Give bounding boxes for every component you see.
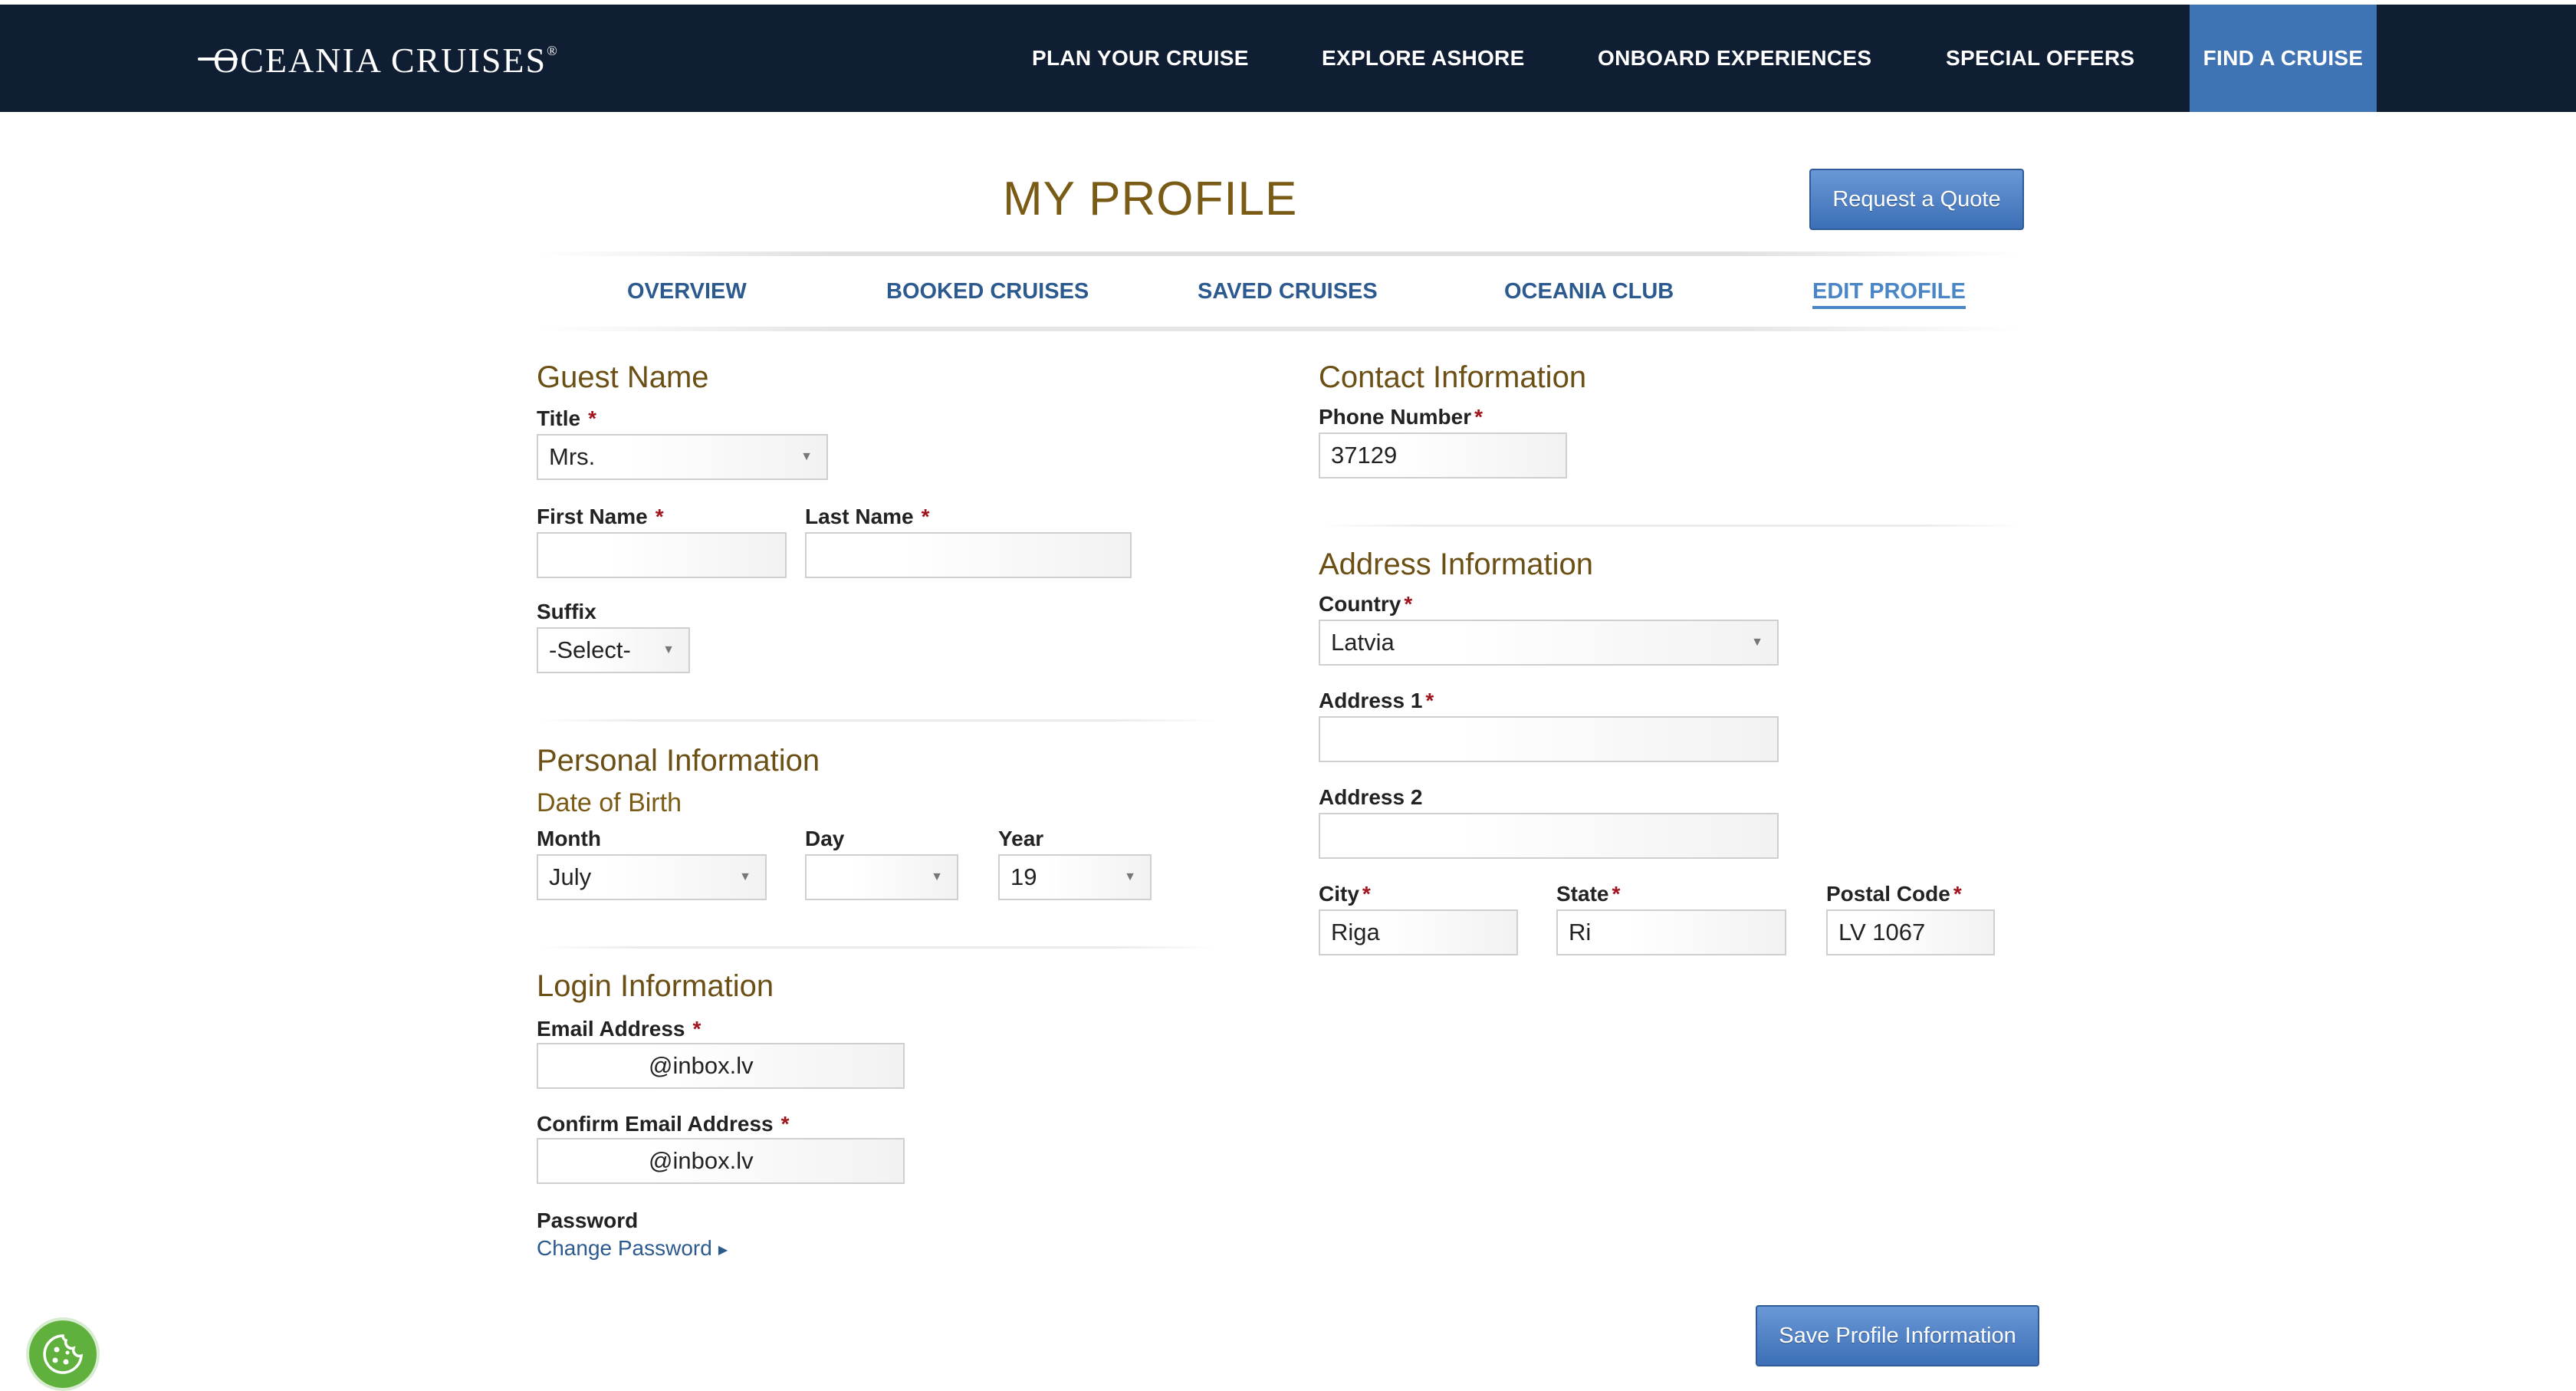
suffix-label: Suffix bbox=[537, 600, 596, 623]
email-input[interactable]: @inbox.lv bbox=[537, 1043, 905, 1089]
section-divider bbox=[537, 946, 1219, 949]
day-label: Day bbox=[805, 827, 845, 850]
cookie-settings-button[interactable] bbox=[26, 1317, 100, 1391]
nav-explore-ashore[interactable]: EXPLORE ASHORE bbox=[1322, 5, 1525, 112]
last-name-input[interactable] bbox=[805, 532, 1132, 578]
change-password-link[interactable]: Change Password ▶ bbox=[537, 1236, 728, 1261]
address2-input[interactable] bbox=[1319, 813, 1779, 859]
year-select[interactable]: 19 ▼ bbox=[998, 854, 1152, 900]
tab-saved-cruises[interactable]: SAVED CRUISES bbox=[1198, 279, 1378, 304]
contact-information-heading: Contact Information bbox=[1319, 360, 1587, 394]
personal-information-heading: Personal Information bbox=[537, 744, 820, 778]
brand-logo[interactable]: OCEANIA CRUISES® bbox=[198, 40, 559, 81]
month-label: Month bbox=[537, 827, 601, 850]
dropdown-arrow-icon: ▼ bbox=[1124, 870, 1136, 883]
top-navigation: OCEANIA CRUISES® PLAN YOUR CRUISE EXPLOR… bbox=[0, 5, 2576, 112]
tab-overview[interactable]: OVERVIEW bbox=[627, 279, 747, 304]
tab-edit-profile[interactable]: EDIT PROFILE bbox=[1812, 279, 1966, 309]
section-divider bbox=[1319, 525, 2024, 527]
city-input[interactable]: Riga bbox=[1319, 909, 1518, 955]
country-label: Country * bbox=[1319, 592, 1413, 616]
suffix-select[interactable]: -Select- ▼ bbox=[537, 627, 690, 673]
state-label: State * bbox=[1556, 882, 1621, 906]
title-label: Title * bbox=[537, 406, 596, 430]
address1-label: Address 1 * bbox=[1319, 689, 1434, 712]
tabbar-bottom-divider bbox=[537, 327, 2024, 331]
address2-label: Address 2 bbox=[1319, 785, 1423, 809]
request-quote-button[interactable]: Request a Quote bbox=[1809, 169, 2024, 230]
brand-name: OCEANIA CRUISES bbox=[213, 41, 547, 80]
postal-code-label: Postal Code * bbox=[1826, 882, 1962, 906]
dropdown-arrow-icon: ▼ bbox=[931, 870, 943, 883]
profile-tabs: OVERVIEW BOOKED CRUISES SAVED CRUISES OC… bbox=[537, 252, 2024, 331]
city-label: City * bbox=[1319, 882, 1371, 906]
nav-onboard-experiences[interactable]: ONBOARD EXPERIENCES bbox=[1598, 5, 1871, 112]
title-select[interactable]: Mrs. ▼ bbox=[537, 434, 828, 480]
postal-code-input[interactable]: LV 1067 bbox=[1826, 909, 1995, 955]
tabbar-top-divider bbox=[537, 252, 2024, 256]
day-select[interactable]: ▼ bbox=[805, 854, 958, 900]
registered-mark: ® bbox=[547, 43, 559, 58]
first-name-label: First Name * bbox=[537, 505, 664, 528]
first-name-input[interactable] bbox=[537, 532, 787, 578]
guest-name-heading: Guest Name bbox=[537, 360, 709, 394]
cookie-icon bbox=[43, 1334, 83, 1374]
logo-swoosh-icon bbox=[198, 58, 238, 61]
email-label: Email Address * bbox=[537, 1017, 702, 1041]
dropdown-arrow-icon: ▼ bbox=[1751, 636, 1763, 649]
month-select[interactable]: July ▼ bbox=[537, 854, 767, 900]
nav-plan-your-cruise[interactable]: PLAN YOUR CRUISE bbox=[1032, 5, 1249, 112]
password-label: Password bbox=[537, 1208, 639, 1232]
nav-find-a-cruise[interactable]: FIND A CRUISE bbox=[2190, 5, 2377, 112]
phone-label: Phone Number * bbox=[1319, 405, 1484, 429]
country-select[interactable]: Latvia ▼ bbox=[1319, 620, 1779, 666]
address1-input[interactable] bbox=[1319, 716, 1779, 762]
page-title: MY PROFILE bbox=[1003, 173, 1298, 225]
dropdown-arrow-icon: ▼ bbox=[739, 870, 751, 883]
dropdown-arrow-icon: ▼ bbox=[800, 450, 813, 463]
tab-oceania-club[interactable]: OCEANIA CLUB bbox=[1504, 279, 1674, 304]
dropdown-arrow-icon: ▼ bbox=[662, 643, 675, 656]
tab-booked-cruises[interactable]: BOOKED CRUISES bbox=[886, 279, 1089, 304]
nav-special-offers[interactable]: SPECIAL OFFERS bbox=[1946, 5, 2134, 112]
arrow-right-icon: ▶ bbox=[718, 1243, 728, 1257]
date-of-birth-heading: Date of Birth bbox=[537, 788, 682, 817]
save-profile-button[interactable]: Save Profile Information bbox=[1756, 1305, 2039, 1366]
address-information-heading: Address Information bbox=[1319, 548, 1593, 581]
last-name-label: Last Name * bbox=[805, 505, 930, 528]
confirm-email-label: Confirm Email Address * bbox=[537, 1112, 790, 1136]
section-divider bbox=[537, 719, 1219, 722]
login-information-heading: Login Information bbox=[537, 969, 774, 1003]
phone-input[interactable]: 37129 bbox=[1319, 432, 1567, 478]
state-input[interactable]: Ri bbox=[1556, 909, 1786, 955]
year-label: Year bbox=[998, 827, 1044, 850]
confirm-email-input[interactable]: @inbox.lv bbox=[537, 1138, 905, 1184]
